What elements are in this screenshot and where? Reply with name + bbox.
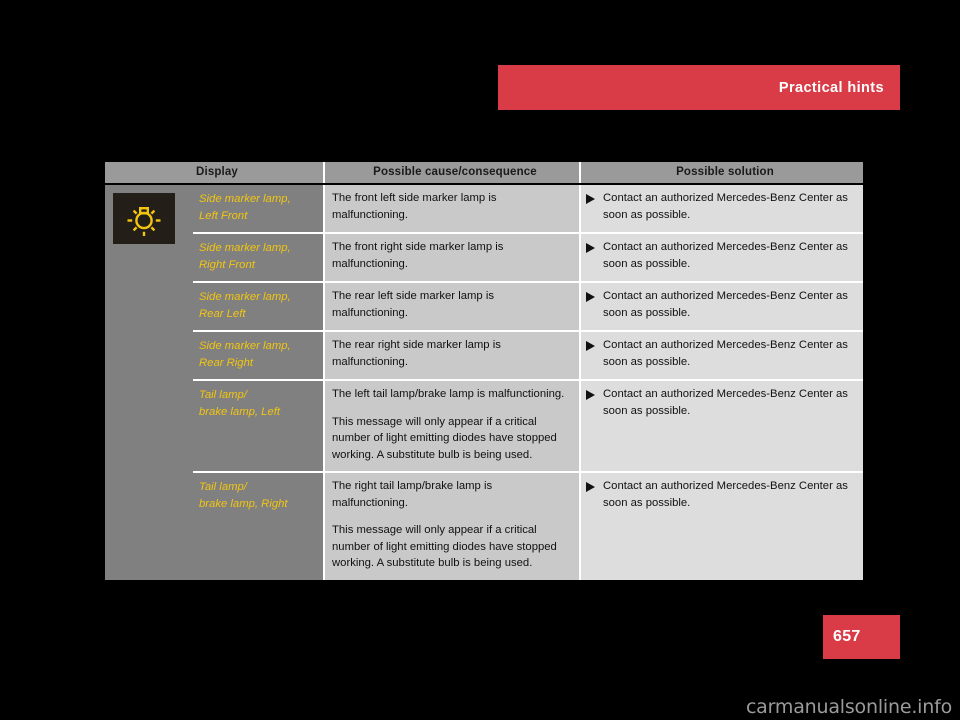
site-watermark: carmanualsonline.info <box>745 696 952 718</box>
display-text-line2: Rear Right <box>199 356 253 369</box>
cause-cell: The right tail lamp/brake lamp is malfun… <box>323 471 580 580</box>
display-text-line2: Rear Left <box>199 307 246 320</box>
solution-cell: Contact an authorized Mercedes-Benz Cent… <box>579 184 863 233</box>
column-header-cause: Possible cause/consequence <box>323 162 580 185</box>
bullet-triangle-icon <box>581 478 603 492</box>
display-text-cell: Tail lamp/ brake lamp, Right <box>193 471 324 580</box>
cause-paragraph: The front right side marker lamp is malf… <box>332 241 504 270</box>
cause-paragraph: The front left side marker lamp is malfu… <box>332 192 497 221</box>
bullet-triangle-icon <box>581 337 603 351</box>
cause-paragraph: The left tail lamp/brake lamp is malfunc… <box>332 388 565 400</box>
bullet-triangle-icon <box>581 386 603 400</box>
display-text-line1: Side marker lamp, <box>199 193 291 205</box>
table-row: Side marker lamp, Left Front The front l… <box>105 184 863 580</box>
page-number: 657 <box>833 628 861 645</box>
cause-cell: The rear left side marker lamp is malfun… <box>323 281 580 331</box>
display-text-cell: Side marker lamp, Right Front <box>193 232 324 282</box>
solution-cell: Contact an authorized Mercedes-Benz Cent… <box>579 232 863 282</box>
display-text-line1: Side marker lamp, <box>199 291 291 303</box>
page-number-badge: 657 <box>823 615 900 659</box>
cause-cell: The rear right side marker lamp is malfu… <box>323 330 580 380</box>
column-header-display: Display <box>105 162 324 185</box>
table-row: Tail lamp/ brake lamp, Right The right t… <box>105 471 863 580</box>
table-row: Tail lamp/ brake lamp, Left The left tai… <box>105 379 863 472</box>
cause-paragraph-note: This message will only appear if a criti… <box>332 415 557 461</box>
display-text-line1: Tail lamp/ <box>199 481 247 493</box>
table-row: Side marker lamp, Rear Right The rear ri… <box>105 330 863 380</box>
cause-cell: The front left side marker lamp is malfu… <box>323 184 580 233</box>
display-text-line1: Side marker lamp, <box>199 242 291 254</box>
table-header-row: Display Possible cause/consequence Possi… <box>105 162 863 185</box>
cause-paragraph-note: This message will only appear if a criti… <box>332 524 557 569</box>
page-header-band: Practical hints <box>498 65 900 110</box>
cause-paragraph: The rear right side marker lamp is malfu… <box>332 339 501 368</box>
solution-text: Contact an authorized Mercedes-Benz Cent… <box>603 192 848 221</box>
display-text-line2: Left Front <box>199 209 248 222</box>
column-header-solution: Possible solution <box>579 162 863 185</box>
display-icon-cell <box>105 184 193 580</box>
table-row: Side marker lamp, Rear Left The rear lef… <box>105 281 863 331</box>
display-text-line1: Tail lamp/ <box>199 389 247 401</box>
page-header-title: Practical hints <box>778 79 884 96</box>
solution-text: Contact an authorized Mercedes-Benz Cent… <box>603 241 848 270</box>
display-text-cell: Tail lamp/ brake lamp, Left <box>193 379 324 472</box>
warning-messages-table: Display Possible cause/consequence Possi… <box>105 162 863 580</box>
display-text-cell: Side marker lamp, Rear Left <box>193 281 324 331</box>
cause-cell: The left tail lamp/brake lamp is malfunc… <box>323 379 580 472</box>
bullet-triangle-icon <box>581 288 603 302</box>
bullet-triangle-icon <box>581 239 603 253</box>
display-text-line2: brake lamp, Right <box>199 497 288 510</box>
solution-cell: Contact an authorized Mercedes-Benz Cent… <box>579 471 863 580</box>
solution-cell: Contact an authorized Mercedes-Benz Cent… <box>579 330 863 380</box>
table-row: Side marker lamp, Right Front The front … <box>105 232 863 282</box>
display-text-cell: Side marker lamp, Left Front <box>193 184 324 233</box>
cause-cell: The front right side marker lamp is malf… <box>323 232 580 282</box>
bullet-triangle-icon <box>581 190 603 204</box>
cause-paragraph: The right tail lamp/brake lamp is malfun… <box>332 480 493 509</box>
lamp-indicator-icon <box>113 193 175 244</box>
solution-cell: Contact an authorized Mercedes-Benz Cent… <box>579 281 863 331</box>
solution-cell: Contact an authorized Mercedes-Benz Cent… <box>579 379 863 472</box>
display-text-line1: Side marker lamp, <box>199 340 291 352</box>
cause-paragraph: The rear left side marker lamp is malfun… <box>332 290 494 319</box>
solution-text: Contact an authorized Mercedes-Benz Cent… <box>603 339 848 368</box>
display-text-cell: Side marker lamp, Rear Right <box>193 330 324 380</box>
solution-text: Contact an authorized Mercedes-Benz Cent… <box>603 480 848 509</box>
solution-text: Contact an authorized Mercedes-Benz Cent… <box>603 388 848 417</box>
solution-text: Contact an authorized Mercedes-Benz Cent… <box>603 290 848 319</box>
display-text-line2: Right Front <box>199 258 255 271</box>
display-text-line2: brake lamp, Left <box>199 405 281 418</box>
